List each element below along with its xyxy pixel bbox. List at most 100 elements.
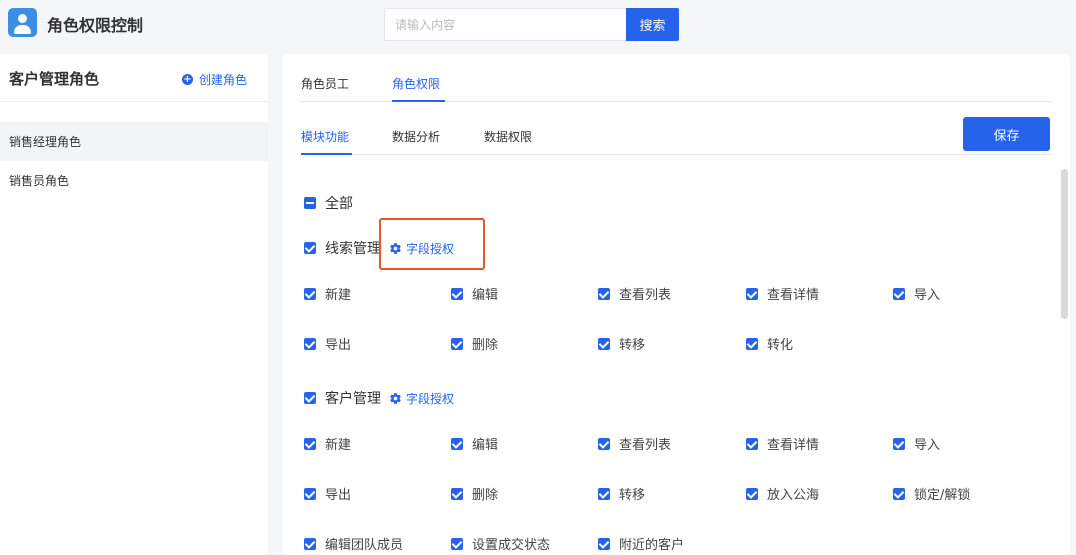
select-all-checkbox[interactable] xyxy=(304,197,316,209)
section-title: 线索管理 xyxy=(325,241,381,257)
permission-label: 附近的客户 xyxy=(619,538,685,553)
permission-checkbox[interactable] xyxy=(304,337,316,350)
search-input[interactable] xyxy=(384,8,626,41)
header: 角色权限控制 搜索 xyxy=(0,0,1076,46)
permission-checkbox[interactable] xyxy=(893,287,905,300)
permission-checkbox[interactable] xyxy=(598,337,610,350)
select-all-label: 全部 xyxy=(325,196,353,212)
permission-item[interactable]: 编辑 xyxy=(451,284,498,303)
permission-checkbox[interactable] xyxy=(598,537,610,550)
user-avatar-icon xyxy=(8,8,37,37)
permission-checkbox[interactable] xyxy=(746,337,758,350)
save-button[interactable]: 保存 xyxy=(963,117,1050,151)
permission-checkbox[interactable] xyxy=(746,437,758,450)
create-role-label: 创建角色 xyxy=(199,73,248,87)
create-role-button[interactable]: + 创建角色 xyxy=(182,71,247,88)
permission-checkbox[interactable] xyxy=(451,337,463,350)
permission-item[interactable]: 查看列表 xyxy=(598,284,671,303)
permission-checkbox[interactable] xyxy=(304,287,316,300)
sidebar-header: 客户管理角色 + 创建角色 xyxy=(0,54,268,102)
permission-label: 导出 xyxy=(325,488,352,503)
permission-label: 删除 xyxy=(472,338,499,353)
permission-checkbox[interactable] xyxy=(451,537,463,550)
permission-label: 转化 xyxy=(767,338,794,353)
gear-icon xyxy=(390,392,401,404)
permission-label: 导出 xyxy=(325,338,352,353)
section-title: 客户管理 xyxy=(325,391,381,407)
permission-item[interactable]: 新建 xyxy=(304,434,351,453)
plus-circle-icon: + xyxy=(182,74,193,85)
permission-checkbox[interactable] xyxy=(451,487,463,500)
section-checkbox[interactable] xyxy=(304,392,316,404)
permission-label: 查看详情 xyxy=(767,288,820,303)
permission-label: 导入 xyxy=(914,438,941,453)
permission-label: 编辑团队成员 xyxy=(325,538,404,553)
permission-label: 转移 xyxy=(619,338,646,353)
permission-label: 放入公海 xyxy=(767,488,820,503)
permission-label: 查看列表 xyxy=(619,288,672,303)
permission-checkbox[interactable] xyxy=(304,487,316,500)
permission-item[interactable]: 锁定/解锁 xyxy=(893,484,970,503)
permission-label: 删除 xyxy=(472,488,499,503)
tab-role-permission[interactable]: 角色权限 xyxy=(392,75,440,92)
permission-item[interactable]: 编辑团队成员 xyxy=(304,534,403,553)
permission-item[interactable]: 查看列表 xyxy=(598,434,671,453)
permission-label: 设置成交状态 xyxy=(472,538,551,553)
permission-item[interactable]: 导入 xyxy=(893,434,940,453)
permission-checkbox[interactable] xyxy=(451,437,463,450)
permission-checkbox[interactable] xyxy=(598,487,610,500)
permission-item[interactable]: 删除 xyxy=(451,484,498,503)
permission-checkbox[interactable] xyxy=(893,437,905,450)
permission-item[interactable]: 查看详情 xyxy=(746,434,819,453)
permission-checkbox[interactable] xyxy=(451,287,463,300)
permission-label: 编辑 xyxy=(472,438,499,453)
scrollbar[interactable] xyxy=(1061,169,1068,319)
permission-item[interactable]: 设置成交状态 xyxy=(451,534,550,553)
permission-checkbox[interactable] xyxy=(746,487,758,500)
section-header-customers: 客户管理 字段授权 xyxy=(304,388,454,408)
permission-label: 查看列表 xyxy=(619,438,672,453)
permission-checkbox[interactable] xyxy=(304,437,316,450)
role-item-salesperson[interactable]: 销售员角色 xyxy=(0,161,268,200)
search-button[interactable]: 搜索 xyxy=(626,8,679,41)
permission-checkbox[interactable] xyxy=(598,437,610,450)
app-title: 角色权限控制 xyxy=(47,16,144,35)
permission-item[interactable]: 导入 xyxy=(893,284,940,303)
sub-tabs: 模块功能 数据分析 数据权限 xyxy=(301,116,1053,155)
permission-checkbox[interactable] xyxy=(746,287,758,300)
tab-data-analysis[interactable]: 数据分析 xyxy=(392,128,440,145)
permission-item[interactable]: 编辑 xyxy=(451,434,498,453)
permission-item[interactable]: 附近的客户 xyxy=(598,534,684,553)
role-list: 销售经理角色 销售员角色 xyxy=(0,122,268,200)
permission-item[interactable]: 转移 xyxy=(598,334,645,353)
tab-role-staff[interactable]: 角色员工 xyxy=(301,75,349,92)
role-item-sales-manager[interactable]: 销售经理角色 xyxy=(0,122,268,161)
tab-data-permission[interactable]: 数据权限 xyxy=(484,128,532,145)
permission-item[interactable]: 转化 xyxy=(746,334,793,353)
permission-label: 新建 xyxy=(325,288,352,303)
permission-panel: 角色员工 角色权限 模块功能 数据分析 数据权限 保存 全部 线索管理 字段授权… xyxy=(283,54,1070,555)
highlight-annotation xyxy=(379,218,485,270)
permission-item[interactable]: 转移 xyxy=(598,484,645,503)
permission-item[interactable]: 放入公海 xyxy=(746,484,819,503)
field-auth-button[interactable]: 字段授权 xyxy=(389,390,454,407)
permission-item[interactable]: 导出 xyxy=(304,484,351,503)
permission-checkbox[interactable] xyxy=(598,287,610,300)
permission-label: 导入 xyxy=(914,288,941,303)
permission-label: 新建 xyxy=(325,438,352,453)
permission-item[interactable]: 查看详情 xyxy=(746,284,819,303)
permission-label: 锁定/解锁 xyxy=(914,488,971,503)
permission-checkbox[interactable] xyxy=(304,537,316,550)
select-all-row: 全部 xyxy=(304,193,353,213)
section-checkbox[interactable] xyxy=(304,242,316,254)
permission-item[interactable]: 新建 xyxy=(304,284,351,303)
permission-checkbox[interactable] xyxy=(893,487,905,500)
field-auth-label: 字段授权 xyxy=(406,391,455,406)
tab-module-function[interactable]: 模块功能 xyxy=(301,128,349,145)
sidebar: 客户管理角色 + 创建角色 销售经理角色 销售员角色 xyxy=(0,54,268,555)
tab-active-underline xyxy=(301,153,352,155)
permission-label: 编辑 xyxy=(472,288,499,303)
permission-item[interactable]: 导出 xyxy=(304,334,351,353)
permission-item[interactable]: 删除 xyxy=(451,334,498,353)
permission-label: 转移 xyxy=(619,488,646,503)
